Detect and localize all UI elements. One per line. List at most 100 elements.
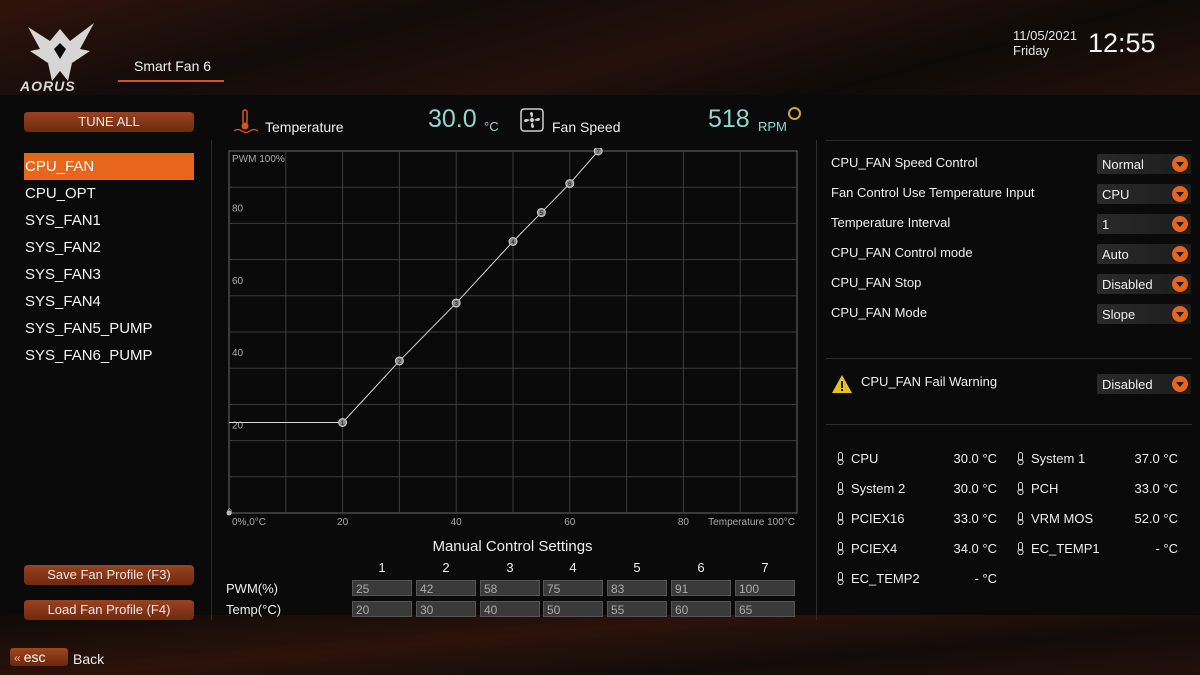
fan-list-item[interactable]: SYS_FAN5_PUMP <box>24 315 194 342</box>
thermometer-icon <box>1015 542 1026 556</box>
manual-column-header: 4 <box>569 560 577 575</box>
temp-input[interactable]: 40 <box>480 601 540 617</box>
setting-dropdown[interactable]: CPU <box>1097 184 1191 204</box>
manual-column-header: 3 <box>506 560 514 575</box>
fan-list-item[interactable]: CPU_FAN <box>24 153 194 180</box>
date-text: 11/05/2021 <box>1013 28 1078 43</box>
tab-smart-fan-6[interactable]: Smart Fan 6 <box>118 56 224 82</box>
manual-column-header: 7 <box>761 560 769 575</box>
fan-list-item[interactable]: CPU_OPT <box>24 180 194 207</box>
sensor-value: 52.0 °C <box>1134 511 1178 526</box>
temp-input[interactable]: 50 <box>543 601 603 617</box>
sensor-name: EC_TEMP2 <box>835 571 920 586</box>
double-chevron-left-icon: « <box>14 651 21 665</box>
setting-label: CPU_FAN Speed Control <box>831 155 978 170</box>
sensor-name-text: System 2 <box>851 481 906 496</box>
temp-input[interactable]: 55 <box>607 601 667 617</box>
load-fan-profile-button[interactable]: Load Fan Profile (F4) <box>24 600 194 620</box>
fail-warning-dropdown[interactable]: Disabled <box>1097 374 1191 394</box>
thermometer-icon <box>835 452 846 466</box>
esc-button[interactable]: «esc <box>10 648 68 666</box>
temperature-unit: °C <box>484 119 499 134</box>
fan-list-item[interactable]: SYS_FAN3 <box>24 261 194 288</box>
temp-row-label: Temp(°C) <box>226 602 282 617</box>
fan-list-item[interactable]: SYS_FAN1 <box>24 207 194 234</box>
sensor-value: 33.0 °C <box>953 511 997 526</box>
setting-label: Fan Control Use Temperature Input <box>831 185 1035 200</box>
temp-input[interactable]: 20 <box>352 601 412 617</box>
fan-curve-chart[interactable]: 02040608020406080PWM 100%0%,0°CTemperatu… <box>226 148 801 534</box>
date-display: 11/05/2021 Friday <box>1013 28 1077 58</box>
y-axis-top-label: PWM 100% <box>232 154 285 165</box>
sensor-value: 30.0 °C <box>953 481 997 496</box>
y-tick-label: 40 <box>232 348 244 359</box>
temp-input[interactable]: 65 <box>735 601 795 617</box>
x-tick-label: 60 <box>564 517 576 528</box>
back-label[interactable]: Back <box>73 651 104 667</box>
pwm-input[interactable]: 100 <box>735 580 795 596</box>
manual-control-title: Manual Control Settings <box>432 538 593 555</box>
temperature-label: Temperature <box>265 119 344 135</box>
sensor-name-text: PCH <box>1031 481 1059 496</box>
sensor-name: VRM MOS <box>1015 511 1093 526</box>
pwm-input[interactable]: 83 <box>607 580 667 596</box>
x-tick-label: 20 <box>337 517 349 528</box>
setting-label: CPU_FAN Control mode <box>831 245 973 260</box>
dropdown-value: Normal <box>1102 157 1144 172</box>
tab-label: Smart Fan 6 <box>134 58 212 74</box>
temp-input[interactable]: 30 <box>416 601 476 617</box>
sensor-name: PCIEX16 <box>835 511 904 526</box>
sensor-value: 37.0 °C <box>1134 451 1178 466</box>
sensor-value: 33.0 °C <box>1134 481 1178 496</box>
setting-dropdown[interactable]: Disabled <box>1097 274 1191 294</box>
fan-list-item[interactable]: SYS_FAN4 <box>24 288 194 315</box>
setting-dropdown[interactable]: Auto <box>1097 244 1191 264</box>
fan-speed-value: 518 <box>708 105 750 133</box>
sensor-name-text: EC_TEMP2 <box>851 571 920 586</box>
divider-sensors <box>826 424 1192 425</box>
chevron-down-icon <box>1172 186 1188 202</box>
chevron-down-icon <box>1172 276 1188 292</box>
chevron-down-icon <box>1172 376 1188 392</box>
sensor-value: 34.0 °C <box>953 541 997 556</box>
tune-all-button[interactable]: TUNE ALL <box>24 112 194 132</box>
dropdown-value: Auto <box>1102 247 1129 262</box>
pwm-input[interactable]: 91 <box>671 580 731 596</box>
chevron-down-icon <box>1172 306 1188 322</box>
pwm-input[interactable]: 25 <box>352 580 412 596</box>
setting-dropdown[interactable]: Normal <box>1097 154 1191 174</box>
dropdown-value: Disabled <box>1102 377 1153 392</box>
fan-list: CPU_FAN CPU_OPT SYS_FAN1 SYS_FAN2 SYS_FAN3 SY… <box>24 153 194 369</box>
temp-input[interactable]: 60 <box>671 601 731 617</box>
fail-warning-label: CPU_FAN Fail Warning <box>861 374 998 389</box>
setting-label: CPU_FAN Stop <box>831 275 922 290</box>
x-axis-end-label: Temperature 100°C <box>708 517 795 528</box>
chevron-down-icon <box>1172 216 1188 232</box>
fan-icon <box>520 108 544 132</box>
sensor-name-text: PCIEX16 <box>851 511 905 526</box>
setting-dropdown[interactable]: 1 <box>1097 214 1191 234</box>
right-divider <box>816 140 817 620</box>
pwm-input[interactable]: 75 <box>543 580 603 596</box>
sensor-name: PCIEX4 <box>835 541 897 556</box>
pwm-input[interactable]: 58 <box>480 580 540 596</box>
sensor-name-text: PCIEX4 <box>851 541 898 556</box>
warning-icon <box>832 375 852 393</box>
fan-list-item[interactable]: SYS_FAN2 <box>24 234 194 261</box>
fan-speed-label: Fan Speed <box>552 119 621 135</box>
sensor-name-text: System 1 <box>1031 451 1086 466</box>
sensor-name: EC_TEMP1 <box>1015 541 1100 556</box>
setting-dropdown[interactable]: Slope <box>1097 304 1191 324</box>
chevron-down-icon <box>1172 246 1188 262</box>
pwm-input[interactable]: 42 <box>416 580 476 596</box>
x-tick-label: 40 <box>451 517 463 528</box>
save-fan-profile-button[interactable]: Save Fan Profile (F3) <box>24 565 194 585</box>
footer-background <box>0 615 1200 675</box>
fan-list-item[interactable]: SYS_FAN6_PUMP <box>24 342 194 369</box>
thermometer-icon <box>835 512 846 526</box>
fan-speed-settings-icon[interactable] <box>788 107 801 120</box>
sensor-name: PCH <box>1015 481 1058 496</box>
sensor-name-text: CPU <box>851 451 879 466</box>
sensor-name: System 1 <box>1015 451 1085 466</box>
setting-label: Temperature Interval <box>831 215 951 230</box>
